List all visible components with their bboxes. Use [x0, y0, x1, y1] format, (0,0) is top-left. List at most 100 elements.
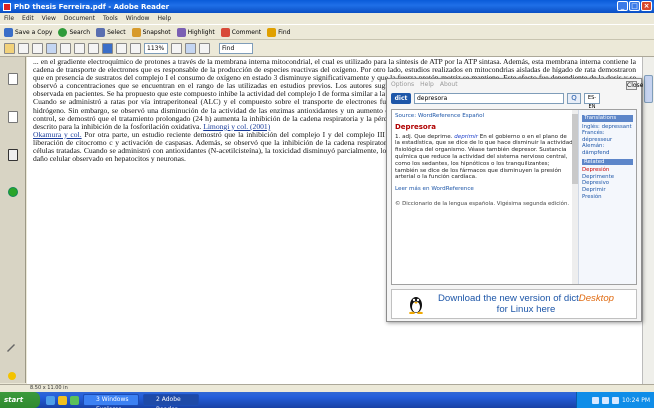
actual-size-icon[interactable] [171, 42, 182, 54]
dictionary-options-link[interactable]: Options [391, 81, 414, 89]
fit-width-icon[interactable] [199, 42, 210, 54]
select-label: Select [107, 28, 126, 36]
related-item[interactable]: Deprimente [582, 174, 633, 181]
menu-window[interactable]: Window [126, 15, 150, 22]
dict-logo: dict [391, 93, 411, 104]
ie-icon[interactable] [46, 395, 55, 405]
menu-view[interactable]: View [42, 15, 56, 22]
main-toolbar: Save a Copy Search Select Snapshot Highl… [0, 24, 654, 40]
comment-button[interactable]: Comment [220, 27, 261, 37]
highlight-button[interactable]: Highlight [176, 27, 215, 37]
media-icon[interactable] [70, 395, 79, 405]
save-copy-label: Save a Copy [15, 28, 53, 36]
minimize-button[interactable]: _ [617, 1, 628, 11]
find-field[interactable]: Find [219, 42, 253, 54]
zoom-out-icon[interactable] [116, 42, 127, 54]
dictionary-close-button[interactable]: Close [626, 81, 643, 90]
first-page-icon[interactable] [74, 42, 85, 54]
dictionary-popup: Options Help About Close dict depresora … [386, 78, 643, 322]
how-to-icon[interactable] [8, 372, 16, 380]
signature-icon[interactable] [6, 342, 16, 352]
banner-line2: for Linux here [496, 304, 556, 315]
document-scrollbar[interactable] [642, 57, 654, 384]
linux-penguin-icon [409, 297, 423, 314]
pen-icon [176, 27, 186, 37]
scrollbar-thumb[interactable] [644, 75, 653, 103]
search-button[interactable]: Search [58, 27, 91, 37]
save-icon [4, 27, 13, 37]
read-more-link[interactable]: Leer más en WordReference [395, 186, 573, 193]
network-icon[interactable] [592, 396, 599, 404]
menu-help[interactable]: Help [157, 15, 171, 22]
related-item[interactable]: Depresión [582, 167, 633, 174]
search-label: Search [69, 28, 91, 36]
maximize-button[interactable]: □ [629, 1, 640, 11]
menu-edit[interactable]: Edit [22, 15, 34, 22]
dictionary-search-button[interactable]: Q [567, 93, 581, 104]
translations-heading: Translations [582, 115, 633, 122]
find-label: Find [278, 28, 291, 36]
clock[interactable]: 10:24 PM [622, 397, 650, 404]
fit-page-icon[interactable] [185, 42, 196, 54]
taskbar-explorer[interactable]: 3 Windows Explorer [83, 394, 139, 408]
find-button[interactable]: Find [267, 27, 291, 37]
window-titlebar: PhD thesis Ferreira.pdf - Adobe Reader _… [0, 0, 654, 13]
hand-tool-icon[interactable] [46, 42, 57, 54]
bookmarks-icon[interactable] [7, 111, 18, 123]
dictionary-search-input[interactable]: depresora [414, 93, 564, 104]
menu-file[interactable]: File [4, 15, 14, 22]
dictionary-search-bar: dict depresora Q ES-EN [387, 91, 641, 110]
pages-icon[interactable] [7, 73, 18, 85]
highlight-label: Highlight [187, 28, 215, 36]
dictionary-sidebar: Translations Inglés: depressant Francés:… [578, 110, 636, 284]
dictionary-result-panel: Source: WordReference Español Depresora … [391, 109, 637, 285]
snapshot-label: Snapshot [142, 28, 171, 36]
navigation-toolbar: 113% Find [0, 40, 654, 57]
note-icon [220, 27, 230, 37]
print-icon[interactable] [18, 42, 29, 54]
start-button[interactable]: start [0, 392, 40, 408]
zoom-in-icon[interactable] [130, 42, 141, 54]
volume-icon[interactable] [602, 396, 609, 404]
definition-text: 1. adj. Que deprime. deprimir En el gobi… [395, 134, 573, 182]
dictionary-language-select[interactable]: ES-EN [584, 93, 600, 110]
download-banner[interactable]: Download the new version of dictDesktop … [391, 289, 637, 319]
text-select-icon[interactable] [60, 42, 71, 54]
open-folder-icon[interactable] [4, 42, 15, 54]
menu-tools[interactable]: Tools [103, 15, 118, 22]
zoom-level-field[interactable]: 113% [144, 42, 168, 54]
windows-taskbar: start 3 Windows Explorer 2 Adobe Reader … [0, 392, 654, 408]
layers-icon[interactable] [7, 187, 18, 197]
related-item[interactable]: Presión [582, 194, 633, 201]
banner-text: Download the new version of dictDesktop … [438, 293, 614, 315]
quick-launch [46, 395, 79, 405]
menu-document[interactable]: Document [64, 15, 95, 22]
dictionary-copyright: © Diccionario de la lengua española. Vig… [395, 200, 570, 207]
search-icon [58, 27, 68, 37]
definition-link[interactable]: deprimir [454, 134, 478, 140]
related-heading: Related [582, 158, 633, 166]
navigation-pane [0, 57, 26, 383]
camera-icon [131, 27, 141, 37]
taskbar-adobe-reader[interactable]: 2 Adobe Reader [143, 394, 199, 408]
security-icon[interactable] [612, 396, 619, 404]
save-copy-button[interactable]: Save a Copy [4, 27, 53, 37]
select-button[interactable]: Select [96, 27, 126, 37]
close-button[interactable]: × [641, 1, 652, 11]
dictionary-source[interactable]: Source: WordReference Español [395, 113, 573, 120]
dictionary-help-link[interactable]: Help [420, 81, 434, 89]
translation-item[interactable]: Francés: dépresseur [582, 130, 633, 143]
folder-icon[interactable] [58, 395, 67, 405]
previous-page-icon[interactable] [88, 42, 99, 54]
related-item[interactable]: Depresivo [582, 180, 633, 187]
dictionary-headword: Depresora [395, 122, 436, 131]
translation-item[interactable]: Alemán: dämpfend [582, 143, 633, 156]
banner-line1: Download the new version of dict [438, 293, 579, 304]
email-icon[interactable] [32, 42, 43, 54]
snapshot-button[interactable]: Snapshot [131, 27, 171, 37]
definition-intro: 1. adj. Que deprime. [395, 133, 453, 140]
attachments-icon[interactable] [7, 149, 18, 161]
dictionary-about-link[interactable]: About [440, 81, 458, 89]
next-page-icon[interactable] [102, 42, 113, 54]
related-item[interactable]: Deprimir [582, 187, 633, 194]
